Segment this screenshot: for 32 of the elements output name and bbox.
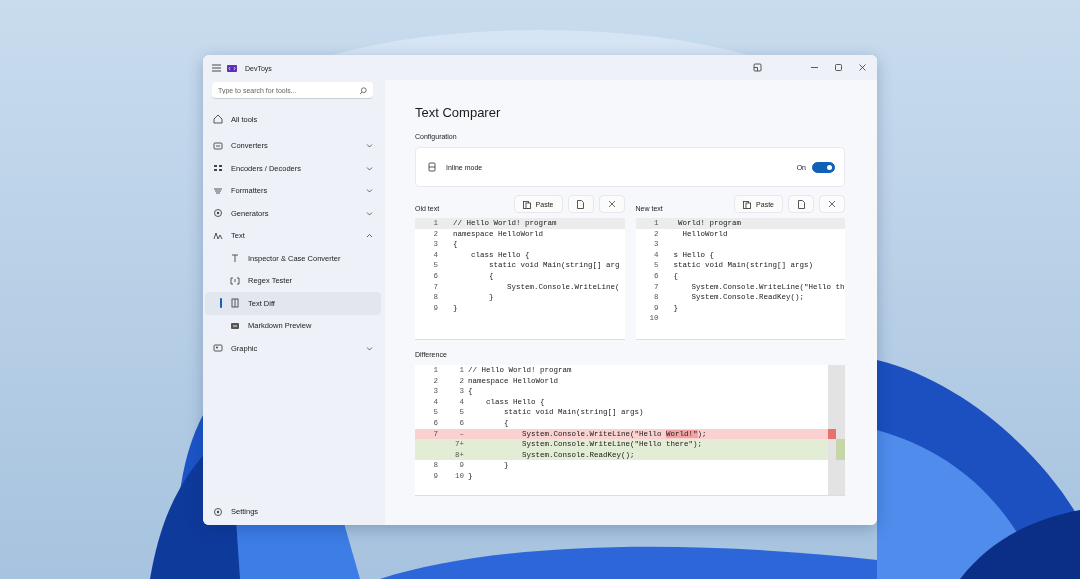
open-file-button[interactable] [567,195,594,213]
close-icon [607,200,616,208]
grid-icon [213,163,223,174]
open-file-button[interactable] [788,195,814,213]
screen-icon [213,140,223,151]
letters-icon [213,230,223,241]
removed-marker [828,428,836,440]
close-icon [828,200,836,208]
toggle-switch[interactable] [812,161,835,173]
split-icon [230,298,240,309]
house-icon [213,114,223,125]
page-title: Text Comparer [415,105,502,121]
app-logo-icon [227,64,237,72]
clear-button[interactable] [598,195,625,213]
file-icon [577,199,584,209]
selection-indicator [220,298,222,308]
search-icon [359,86,367,95]
clipboard-icon [522,199,531,209]
clipboard-icon [743,199,752,209]
maximize-icon[interactable] [834,63,843,72]
added-marker [836,439,845,450]
split-icon [428,162,436,172]
file-icon [797,199,805,209]
added-marker [836,449,845,461]
letter-icon [230,253,240,264]
clear-button[interactable] [819,195,845,213]
image-icon [213,343,223,354]
card-icon [230,320,240,331]
snap-icon[interactable] [753,63,762,72]
close-icon[interactable] [858,63,867,72]
chevron-icon[interactable] [366,233,373,239]
brackets-icon [230,275,240,286]
